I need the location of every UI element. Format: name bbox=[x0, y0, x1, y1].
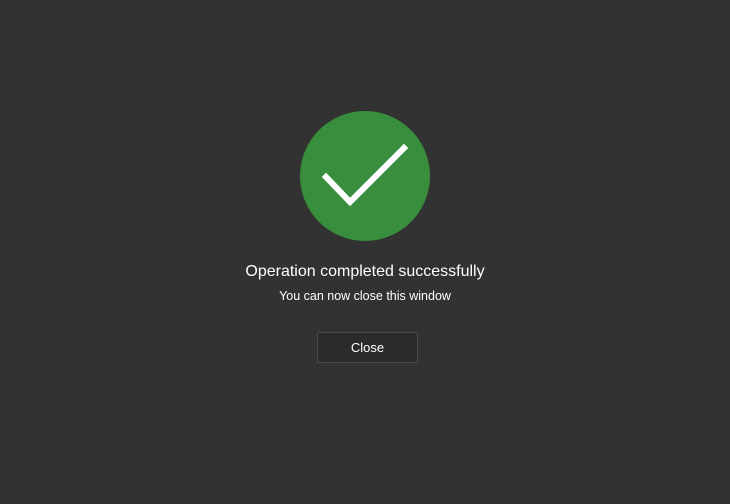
success-dialog: Operation completed successfully You can… bbox=[0, 0, 730, 504]
success-badge bbox=[300, 111, 430, 241]
dialog-title: Operation completed successfully bbox=[245, 263, 485, 280]
dialog-subtitle: You can now close this window bbox=[279, 289, 451, 303]
checkmark-icon bbox=[321, 143, 409, 207]
close-button[interactable]: Close bbox=[317, 332, 418, 363]
